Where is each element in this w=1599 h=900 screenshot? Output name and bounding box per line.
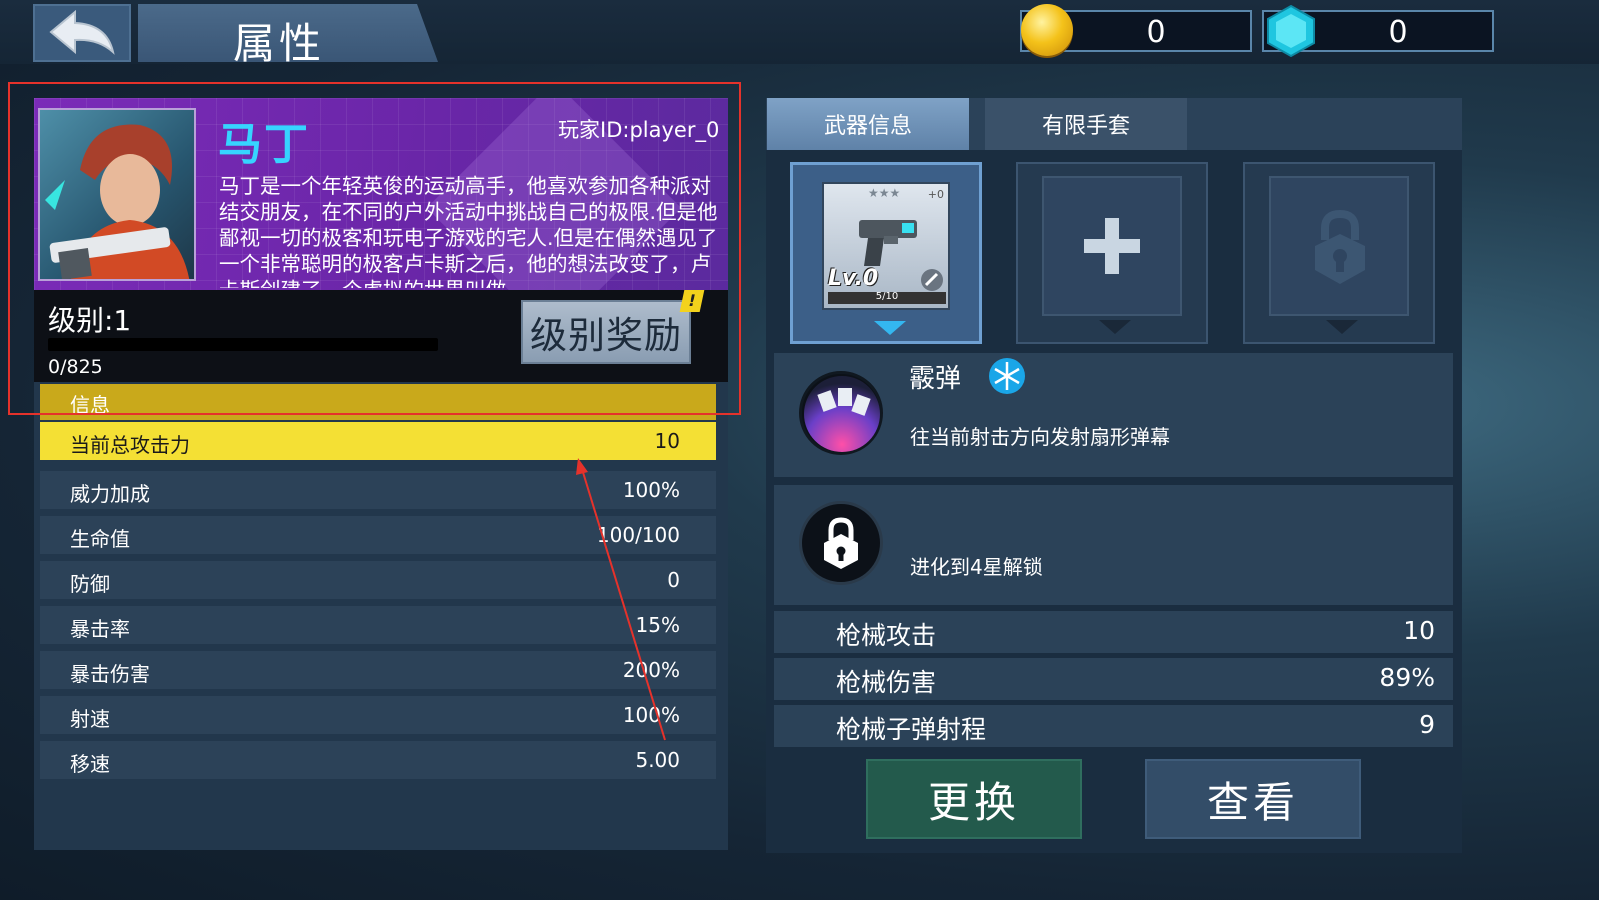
annotation-highlight-box: [8, 82, 741, 415]
gem-value: 0: [1388, 15, 1408, 50]
stat-label: 威力加成: [70, 482, 150, 506]
page-title: 属性: [233, 19, 326, 68]
slot-indicator-icon: [1099, 320, 1131, 334]
weapon-slot-3[interactable]: [1243, 162, 1435, 344]
stat-label: 当前总攻击力: [70, 433, 190, 457]
weapon-card: ★★★ +0 Lv.0 5/10: [822, 182, 950, 310]
gem-icon: [1267, 4, 1315, 58]
stat-row-move-speed: 移速 5.00: [40, 741, 716, 779]
weapon-level: Lv.0: [828, 266, 879, 291]
stat-label: 射速: [70, 707, 110, 731]
scatter-shot-skill-icon: [799, 371, 883, 455]
weapon-stat-value: 9: [1419, 710, 1435, 739]
upgrade-icon: [921, 269, 943, 291]
change-weapon-button[interactable]: 更换: [866, 759, 1082, 839]
skill-name: 霰弹: [909, 364, 962, 394]
skill-description: 往当前射击方向发射扇形弹幕: [910, 425, 1170, 449]
pistol-icon: [859, 220, 917, 266]
page-title-tab: 属性: [138, 4, 438, 62]
weapon-progress-text: 5/10: [875, 291, 899, 302]
weapon-stat-label: 枪械子弹射程: [836, 715, 987, 744]
back-arrow-icon: [49, 10, 115, 55]
plus-icon: [1084, 218, 1140, 274]
selected-indicator-icon: [874, 321, 906, 335]
stat-label: 暴击率: [70, 617, 130, 641]
stat-label: 生命值: [70, 527, 130, 551]
gold-coin-icon: [1021, 4, 1073, 56]
weapon-stat-attack: 枪械攻击 10: [774, 611, 1453, 653]
weapon-stat-label: 枪械攻击: [836, 621, 937, 650]
slot-indicator-icon: [1326, 320, 1358, 334]
stat-label: 防御: [70, 572, 110, 596]
weapon-stat-value: 89%: [1379, 663, 1435, 692]
view-weapon-button[interactable]: 查看: [1145, 759, 1361, 839]
gold-value: 0: [1146, 15, 1166, 50]
weapon-slot-1[interactable]: ★★★ +0 Lv.0 5/10: [790, 162, 982, 344]
locked-skill-description: 进化到4星解锁: [910, 555, 1043, 579]
weapon-plus-level: +0: [927, 188, 944, 201]
weapon-stat-range: 枪械子弹射程 9: [774, 705, 1453, 747]
stat-value: 5.00: [635, 748, 680, 772]
lock-icon: [1315, 209, 1365, 284]
stat-label: 暴击伤害: [70, 662, 150, 686]
annotation-arrow: [576, 458, 666, 741]
weapon-stat-label: 枪械伤害: [836, 668, 937, 697]
stat-value: 10: [654, 429, 680, 453]
tab-weapon-info[interactable]: 武器信息: [767, 98, 969, 150]
weapon-stat-value: 10: [1403, 616, 1435, 645]
snowflake-icon: [989, 358, 1025, 394]
back-button[interactable]: [33, 4, 131, 62]
locked-skill-icon: [799, 501, 883, 585]
weapon-stars: ★★★: [868, 186, 901, 200]
stat-label: 移速: [70, 752, 110, 776]
tab-gauntlet[interactable]: 有限手套: [985, 98, 1187, 150]
weapon-stat-damage: 枪械伤害 89%: [774, 658, 1453, 700]
weapon-slot-2[interactable]: [1016, 162, 1208, 344]
weapon-progress-bar: 5/10: [828, 291, 946, 304]
